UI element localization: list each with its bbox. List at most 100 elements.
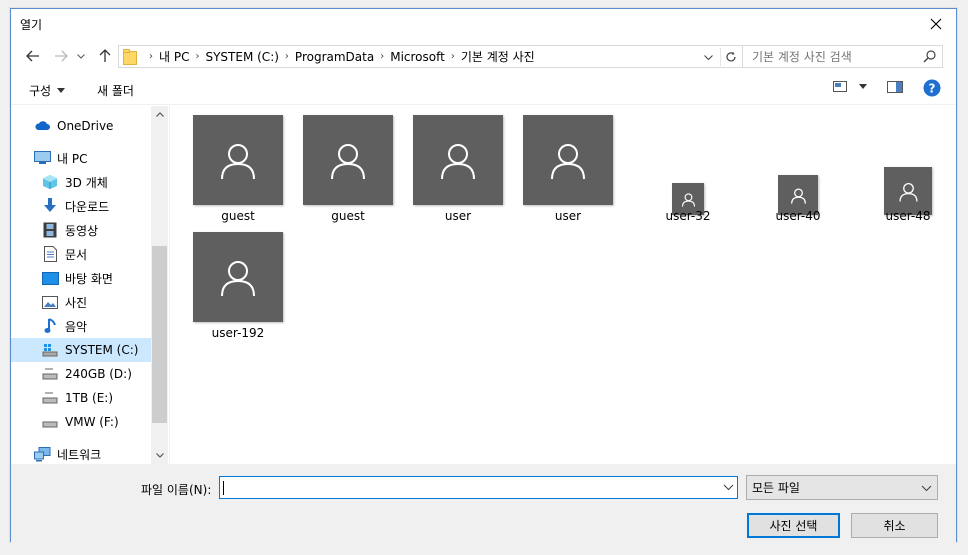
refresh-button[interactable]: [720, 48, 740, 66]
window-title: 열기: [20, 18, 43, 32]
cube-icon: [41, 173, 59, 191]
cancel-button[interactable]: 취소: [851, 513, 938, 538]
cancel-label: 취소: [883, 519, 906, 533]
sidebar-item-desktop[interactable]: 바탕 화면: [11, 266, 151, 290]
new-folder-button[interactable]: 새 폴더: [97, 82, 134, 99]
sidebar-item-downloads[interactable]: 다운로드: [11, 194, 151, 218]
address-row: › 내 PC › SYSTEM (C:) › ProgramData › Mic…: [11, 41, 956, 71]
breadcrumb-this-pc[interactable]: 내 PC: [159, 48, 189, 65]
search-input[interactable]: [743, 46, 913, 67]
preview-pane-button[interactable]: [887, 81, 903, 93]
scroll-thumb[interactable]: [152, 246, 167, 423]
user-avatar-icon: [898, 182, 918, 202]
change-view-button[interactable]: [833, 81, 867, 92]
sidebar-item-label: 바탕 화면: [65, 271, 113, 286]
sidebar-item-label: SYSTEM (C:): [65, 343, 139, 357]
sidebar-item-3d-objects[interactable]: 3D 개체: [11, 170, 151, 194]
file-item[interactable]: user-192: [183, 232, 293, 342]
file-name: user-40: [775, 209, 821, 223]
sidebar-item-label: 240GB (D:): [65, 367, 132, 381]
breadcrumb-programdata[interactable]: ProgramData: [295, 50, 374, 64]
view-thumbnails-icon: [833, 81, 847, 92]
folder-icon: [123, 48, 137, 65]
select-picture-label: 사진 선택: [769, 519, 818, 533]
filetype-dropdown[interactable]: 모든 파일: [746, 475, 938, 500]
file-name: user: [444, 209, 472, 223]
sidebar-item-system-drive[interactable]: SYSTEM (C:): [11, 338, 151, 362]
svg-text:?: ?: [929, 82, 936, 96]
breadcrumb-account-pictures[interactable]: 기본 계정 사진: [461, 48, 535, 65]
sidebar-scrollbar[interactable]: [151, 106, 168, 464]
sidebar-item-onedrive[interactable]: OneDrive: [11, 114, 151, 138]
close-icon: [930, 18, 942, 30]
scroll-up-button[interactable]: [151, 106, 168, 123]
filename-input[interactable]: [220, 477, 710, 498]
cloud-icon: [33, 117, 51, 135]
select-picture-button[interactable]: 사진 선택: [747, 513, 840, 538]
file-item[interactable]: user-32: [633, 115, 743, 225]
user-avatar-icon: [681, 192, 695, 207]
organize-menu-button[interactable]: 구성: [29, 82, 66, 99]
document-icon: [41, 245, 59, 263]
breadcrumb-microsoft[interactable]: Microsoft: [390, 50, 445, 64]
user-avatar-icon: [221, 144, 255, 180]
sidebar-item-drive-e[interactable]: 1TB (E:): [11, 386, 151, 410]
sidebar-item-pictures[interactable]: 사진: [11, 290, 151, 314]
sidebar-item-label: 음악: [65, 319, 88, 334]
forward-button[interactable]: [51, 46, 71, 66]
filetype-value: 모든 파일: [752, 481, 800, 495]
sidebar-item-label: 문서: [65, 247, 88, 262]
sidebar-item-videos[interactable]: 동영상: [11, 218, 151, 242]
sidebar-item-drive-f[interactable]: VMW (F:): [11, 410, 151, 434]
help-button[interactable]: ?: [923, 79, 941, 97]
filename-combobox[interactable]: [219, 476, 738, 499]
picture-icon: [41, 293, 59, 311]
back-arrow-icon: [26, 50, 39, 62]
sidebar-item-this-pc[interactable]: 내 PC: [11, 146, 151, 170]
download-arrow-icon: [41, 197, 59, 215]
breadcrumb-separator-icon: ›: [450, 51, 455, 62]
file-thumbnail: [523, 115, 613, 205]
up-button[interactable]: [95, 46, 115, 66]
file-item[interactable]: user-40: [743, 115, 853, 225]
address-history-button[interactable]: [700, 49, 716, 65]
address-bar[interactable]: › 내 PC › SYSTEM (C:) › ProgramData › Mic…: [118, 45, 743, 68]
back-button[interactable]: [23, 46, 43, 66]
search-box[interactable]: [742, 45, 943, 68]
breadcrumb-separator-icon: ›: [195, 51, 200, 62]
file-item[interactable]: user: [513, 115, 623, 225]
file-thumbnail: [193, 232, 283, 322]
close-button[interactable]: [916, 9, 956, 39]
sidebar-item-label: 동영상: [65, 223, 99, 238]
desktop-icon: [41, 269, 59, 287]
recent-locations-button[interactable]: [75, 46, 87, 66]
user-avatar-icon: [551, 144, 585, 180]
command-bar: 구성 새 폴더 ?: [11, 75, 956, 105]
sidebar-item-label: VMW (F:): [65, 415, 119, 429]
file-item[interactable]: user: [403, 115, 513, 225]
network-icon: [33, 445, 51, 463]
chevron-down-icon[interactable]: [723, 481, 734, 494]
sidebar-item-music[interactable]: 음악: [11, 314, 151, 338]
sidebar-item-drive-d[interactable]: 240GB (D:): [11, 362, 151, 386]
file-item[interactable]: user-48: [853, 115, 963, 225]
open-dialog: 열기 › 내 PC › SYSTEM (C:) › ProgramData › …: [10, 8, 957, 543]
breadcrumb-separator-icon: ›: [284, 51, 289, 62]
drive-icon: [41, 413, 59, 431]
preview-pane-icon: [887, 81, 903, 93]
user-avatar-icon: [441, 144, 475, 180]
file-item[interactable]: guest: [293, 115, 403, 225]
file-item[interactable]: guest: [183, 115, 293, 225]
film-icon: [41, 221, 59, 239]
scroll-down-button[interactable]: [151, 447, 168, 464]
breadcrumb-system-drive[interactable]: SYSTEM (C:): [205, 50, 278, 64]
user-avatar-icon: [221, 261, 255, 297]
sidebar-item-network[interactable]: 네트워크: [11, 442, 151, 464]
sidebar-item-documents[interactable]: 문서: [11, 242, 151, 266]
chevron-down-icon: [77, 53, 85, 59]
file-name: guest: [221, 209, 255, 223]
breadcrumb-separator-icon: ›: [149, 51, 153, 62]
chevron-down-icon: [703, 54, 713, 60]
sidebar-item-label: 1TB (E:): [65, 391, 113, 405]
navigation-pane: OneDrive 내 PC 3D 개체 다운로드 동영상 문서 바탕 화면 사진…: [11, 106, 169, 464]
